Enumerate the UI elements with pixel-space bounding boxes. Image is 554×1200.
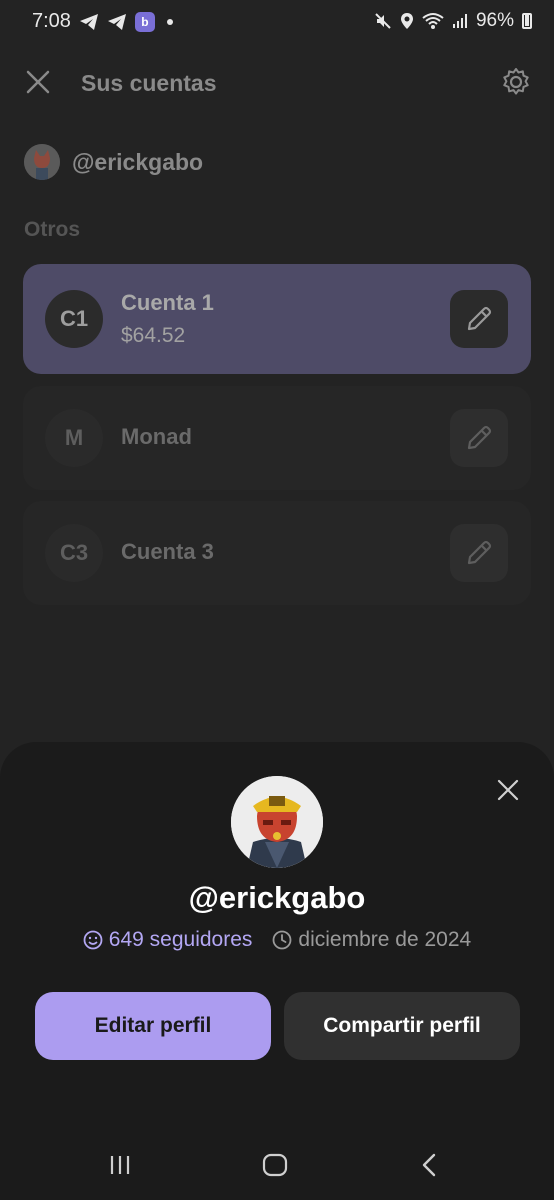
home-icon[interactable] [261, 1152, 289, 1178]
page-title: Sus cuentas [81, 70, 217, 96]
smile-icon [83, 930, 103, 950]
share-profile-button[interactable]: Compartir perfil [284, 992, 520, 1060]
telegram-icon [107, 13, 126, 30]
pencil-icon [467, 540, 492, 565]
back-icon[interactable] [416, 1152, 444, 1178]
wifi-icon [422, 13, 444, 29]
close-icon[interactable] [496, 778, 520, 802]
account-avatar: C3 [45, 524, 103, 582]
battery-percent: 96% [475, 10, 514, 31]
account-avatar: C1 [45, 290, 103, 348]
pencil-icon [467, 306, 492, 331]
followers-label: 649 seguidores [108, 928, 253, 951]
account-card[interactable]: C3 Cuenta 3 [23, 501, 531, 605]
account-card[interactable]: C1 Cuenta 1 $64.52 [23, 264, 531, 374]
account-balance: $64.52 [121, 324, 186, 347]
app-notification-icon: b [134, 11, 155, 32]
profile-sheet: @erickgabo 649 seguidores diciembre de 2… [0, 742, 554, 1130]
account-name: Cuenta 1 [121, 290, 214, 315]
section-label: Otros [24, 218, 81, 241]
top-bar: Sus cuentas [0, 44, 554, 120]
avatar [24, 144, 60, 180]
recent-apps-icon[interactable] [106, 1152, 134, 1178]
battery-icon [522, 13, 532, 29]
account-card[interactable]: M Monad [23, 386, 531, 490]
followers-count[interactable]: 649 seguidores [83, 928, 253, 952]
accounts-screen: Sus cuentas @erickgabo Otros C1 Cuenta 1… [0, 44, 554, 744]
mute-icon [375, 13, 391, 29]
edit-account-button[interactable] [450, 524, 508, 582]
notification-dot-icon [166, 18, 173, 25]
edit-account-button[interactable] [450, 409, 508, 467]
system-nav-bar [0, 1130, 554, 1200]
pencil-icon [467, 425, 492, 450]
avatar [231, 776, 323, 868]
gear-icon[interactable] [500, 66, 532, 98]
location-icon [400, 13, 413, 29]
status-bar: 7:08 b 96% [0, 0, 554, 44]
clock-icon [273, 930, 292, 950]
status-time: 7:08 [32, 10, 71, 32]
profile-handle: @erickgabo [188, 880, 366, 915]
close-icon[interactable] [24, 68, 52, 96]
edit-profile-button[interactable]: Editar perfil [35, 992, 271, 1060]
account-name: Cuenta 3 [121, 539, 214, 564]
account-name: Monad [121, 424, 192, 449]
join-date-label: diciembre de 2024 [298, 928, 472, 951]
signal-icon [452, 14, 467, 28]
account-avatar: M [45, 409, 103, 467]
join-date: diciembre de 2024 [272, 928, 471, 952]
profile-handle: @erickgabo [72, 148, 204, 175]
current-profile[interactable]: @erickgabo [24, 144, 203, 180]
edit-account-button[interactable] [450, 290, 508, 348]
profile-meta: 649 seguidores diciembre de 2024 [0, 928, 554, 952]
telegram-icon [79, 13, 98, 30]
